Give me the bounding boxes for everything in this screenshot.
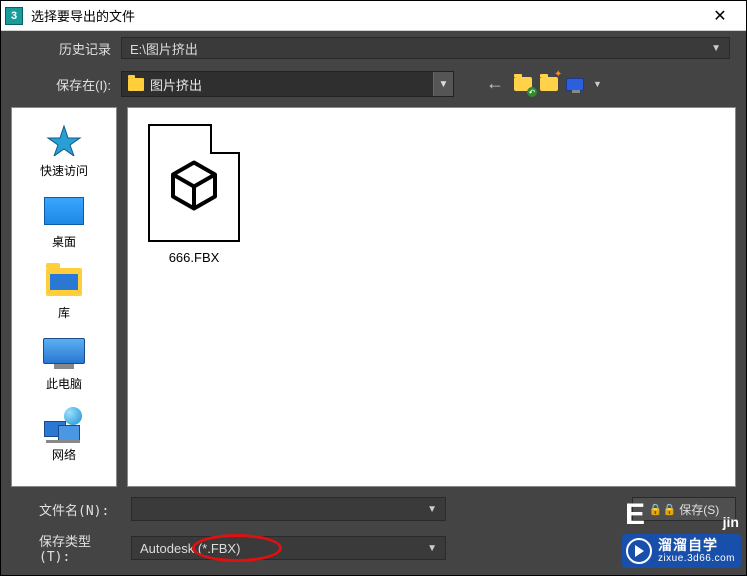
folder-icon (128, 78, 144, 91)
sidebar-item-label: 桌面 (52, 233, 76, 250)
library-icon (44, 264, 84, 300)
view-mode-button[interactable] (564, 73, 586, 95)
pc-icon (44, 335, 84, 371)
nav-icons: ← ↶ ✦ ▼ (482, 73, 602, 95)
nav-back-button[interactable]: ← (482, 73, 508, 95)
watermark-line2: zixue.3d66.com (658, 553, 735, 564)
filetype-label: 保存类型(T): (11, 531, 121, 565)
savein-label: 保存在(I): (11, 75, 121, 94)
window-title: 选择要导出的文件 (31, 6, 698, 25)
desktop-icon (44, 193, 84, 229)
savein-row: 保存在(I): 图片挤出 ▼ ← ↶ ✦ ▼ (1, 65, 746, 107)
chevron-down-icon: ▼ (427, 504, 437, 515)
savein-dropdown[interactable]: 图片挤出 ▼ (121, 71, 454, 97)
history-label: 历史记录 (11, 39, 121, 58)
titlebar[interactable]: 3 选择要导出的文件 ✕ (1, 1, 746, 31)
watermark-letter: E (625, 498, 645, 532)
watermark-line1: 溜溜自学 (658, 538, 735, 553)
quick-access-icon (44, 122, 84, 158)
network-icon (44, 406, 84, 442)
watermark-badge: 溜溜自学 zixue.3d66.com (622, 534, 741, 568)
sidebar-item-label: 快速访问 (40, 162, 88, 179)
close-button[interactable]: ✕ (698, 2, 742, 30)
app-icon: 3 (5, 7, 23, 25)
save-button[interactable]: 🔒🔒 保存(S) (632, 497, 736, 521)
sidebar-item-label: 此电脑 (46, 375, 82, 392)
history-dropdown[interactable]: E:\图片挤出 ▼ (121, 37, 730, 59)
sidebar-item-this-pc[interactable]: 此电脑 (12, 335, 116, 392)
chevron-down-icon: ▼ (711, 43, 721, 54)
filename-label: 文件名(N): (11, 500, 121, 519)
filename-input[interactable]: ▼ (131, 497, 446, 521)
sidebar-item-network[interactable]: 网络 (12, 406, 116, 463)
save-button-label: 保存(S) (679, 501, 719, 518)
history-value: E:\图片挤出 (130, 39, 711, 58)
content-area: 历史记录 E:\图片挤出 ▼ 保存在(I): 图片挤出 ▼ ← ↶ ✦ (1, 31, 746, 575)
lock-icon: 🔒🔒 (649, 503, 676, 516)
main-row: 快速访问 桌面 库 此电脑 网络 (1, 107, 746, 487)
folder-up-button[interactable]: ↶ (512, 73, 534, 95)
play-icon (626, 538, 652, 564)
filetype-value: Autodesk (*.FBX) (140, 541, 427, 556)
places-sidebar: 快速访问 桌面 库 此电脑 网络 (11, 107, 117, 487)
chevron-down-icon: ▼ (427, 543, 437, 554)
chevron-down-icon: ▼ (433, 72, 453, 96)
file-listing[interactable]: 666.FBX (127, 107, 736, 487)
sidebar-item-library[interactable]: 库 (12, 264, 116, 321)
history-row: 历史记录 E:\图片挤出 ▼ (1, 31, 746, 65)
chevron-down-icon[interactable]: ▼ (593, 79, 602, 89)
sidebar-item-label: 网络 (52, 446, 76, 463)
file-item[interactable]: 666.FBX (144, 124, 244, 265)
filetype-dropdown[interactable]: Autodesk (*.FBX) ▼ (131, 536, 446, 560)
new-folder-button[interactable]: ✦ (538, 73, 560, 95)
export-file-dialog: 3 选择要导出的文件 ✕ 历史记录 E:\图片挤出 ▼ 保存在(I): 图片挤出… (0, 0, 747, 576)
sidebar-item-quick-access[interactable]: 快速访问 (12, 122, 116, 179)
file-name: 666.FBX (169, 250, 220, 265)
sidebar-item-desktop[interactable]: 桌面 (12, 193, 116, 250)
sidebar-item-label: 库 (58, 304, 70, 321)
watermark-jin: jin (723, 514, 739, 530)
savein-value: 图片挤出 (150, 75, 433, 94)
file-icon (148, 124, 240, 242)
